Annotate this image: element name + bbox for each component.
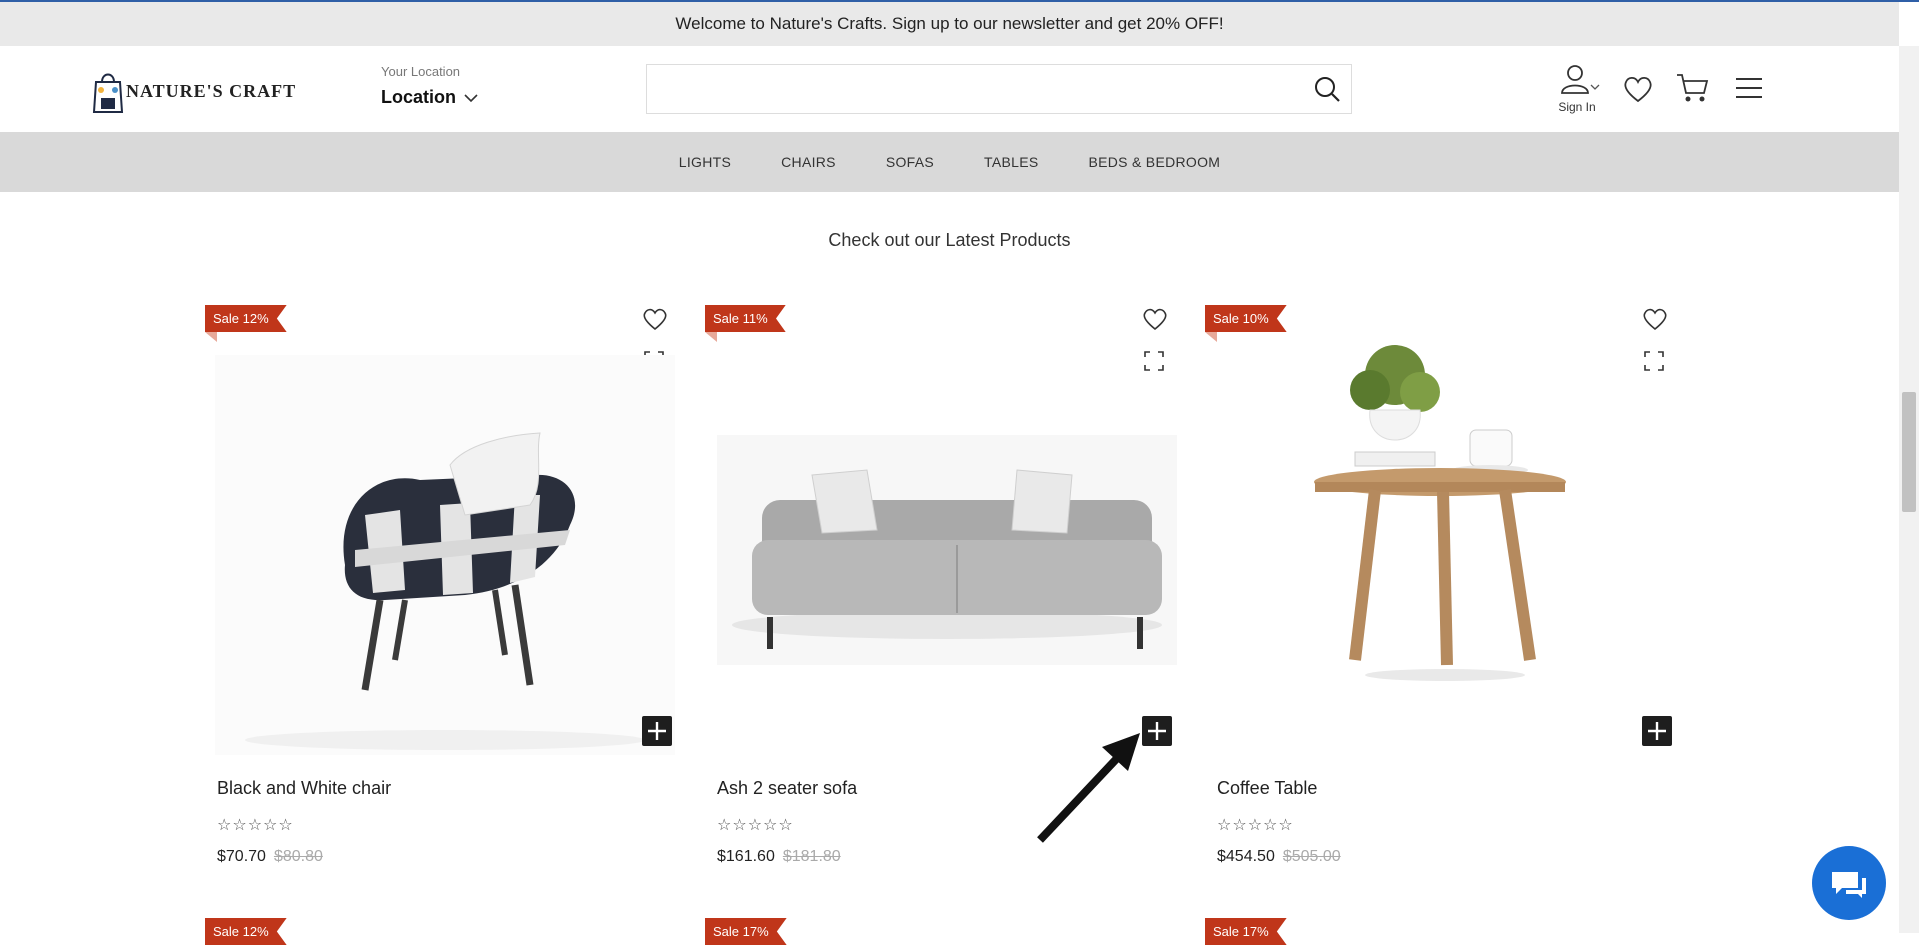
search-input[interactable] [646,64,1352,114]
product-name[interactable]: Black and White chair [217,778,391,799]
badge-fold [205,332,217,342]
original-price: $505.00 [1282,848,1341,865]
chat-button[interactable] [1812,846,1886,920]
location-caption: Your Location [381,64,461,79]
product-name[interactable]: Coffee Table [1217,778,1317,799]
announcement-text: Welcome to Nature's Crafts. Sign up to o… [675,14,1224,33]
sale-price: $70.70 [217,848,266,865]
sale-badge: Sale 11% [705,305,786,332]
product-name[interactable]: Ash 2 seater sofa [717,778,857,799]
brand-name: NATURE'S CRAFT [126,80,297,101]
wishlist-heart-icon[interactable] [1622,74,1654,104]
add-to-cart-button[interactable] [1642,716,1672,746]
annotation-arrow [1037,733,1140,843]
sale-badge: Sale 17% [705,918,787,945]
brand-logo[interactable]: NATURE'S CRAFT [92,67,296,115]
user-icon [1561,65,1600,94]
hamburger-menu-icon[interactable] [1735,76,1763,100]
search-icon[interactable] [1313,75,1341,103]
rating-stars: ☆☆☆☆☆ [217,817,294,834]
nav-lights[interactable]: LIGHTS [679,154,731,170]
sale-badge: Sale 10% [1205,305,1287,332]
nav-beds-bedroom[interactable]: BEDS & BEDROOM [1088,154,1220,170]
cart-icon[interactable] [1675,72,1709,104]
site-header: NATURE'S CRAFT Your Location Location Si… [0,46,1899,132]
sale-badge: Sale 12% [205,918,287,945]
add-to-cart-button[interactable] [642,716,672,746]
product-image[interactable] [717,355,1177,755]
heart-icon[interactable] [1141,306,1169,332]
announcement-bar: Welcome to Nature's Crafts. Sign up to o… [0,2,1899,46]
original-price: $80.80 [273,848,323,865]
rating-stars: ☆☆☆☆☆ [1217,817,1294,834]
original-price: $181.80 [782,848,841,865]
product-image[interactable] [215,355,675,755]
nav-chairs[interactable]: CHAIRS [781,154,836,170]
price: $454.50 $505.00 [1217,848,1341,866]
chat-bubble-icon [1832,872,1866,898]
sale-badge: Sale 17% [1205,918,1287,945]
plus-icon [648,722,666,740]
product-image[interactable] [1215,340,1675,710]
plus-icon [1648,722,1666,740]
scrollbar-thumb[interactable] [1902,392,1916,512]
price: $161.60 $181.80 [717,848,841,866]
sale-badge: Sale 12% [205,305,287,332]
location-value: Location [381,87,456,107]
location-selector[interactable]: Your Location Location [381,64,478,108]
heart-icon[interactable] [1641,306,1669,332]
sign-in-label: Sign In [1558,100,1596,114]
category-nav: LIGHTS CHAIRS SOFAS TABLES BEDS & BEDROO… [0,132,1899,192]
account-menu[interactable]: Sign In [1547,63,1607,114]
section-title: Check out our Latest Products [828,230,1071,250]
heart-icon[interactable] [641,306,669,332]
badge-fold [705,332,717,342]
product-card[interactable]: Sale 10% Coffee Table ☆☆☆☆☆ $454.50 $505.… [1205,300,1675,880]
rating-stars: ☆☆☆☆☆ [717,817,794,834]
nav-tables[interactable]: TABLES [984,154,1038,170]
price: $70.70 $80.80 [217,848,323,866]
sale-price: $454.50 [1217,848,1275,865]
product-card[interactable]: Sale 12% Black and White chair ☆☆☆☆☆ $70… [205,300,675,880]
chevron-down-icon [464,93,478,102]
nav-sofas[interactable]: SOFAS [886,154,934,170]
sale-price: $161.60 [717,848,775,865]
shopping-bag-icon [92,73,124,113]
